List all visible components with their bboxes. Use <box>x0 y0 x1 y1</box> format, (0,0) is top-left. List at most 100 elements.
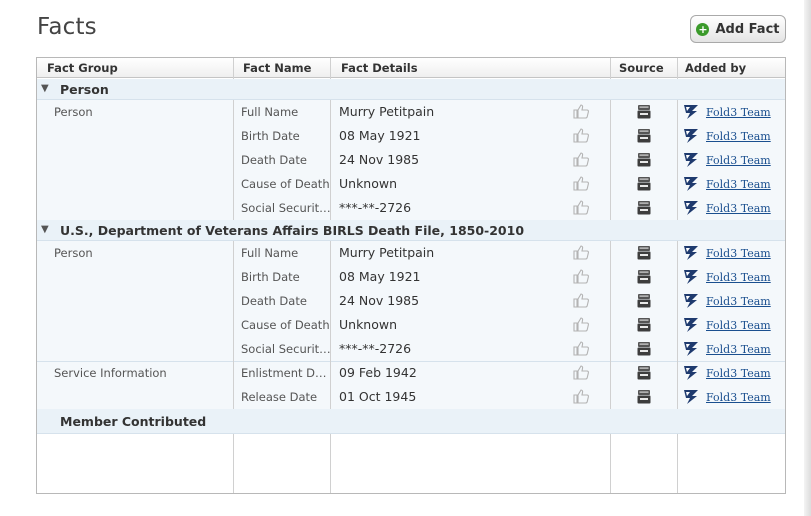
fact-details: 09 Feb 1942 <box>339 365 417 380</box>
thumbs-up-icon[interactable] <box>572 127 590 143</box>
fact-name: Cause of Death <box>241 318 330 332</box>
page-title: Facts <box>37 14 97 40</box>
archive-box-icon[interactable] <box>637 317 651 332</box>
fact-name: Social Security... <box>241 342 331 356</box>
added-by-link[interactable]: Fold3 Team <box>706 343 771 356</box>
header-source[interactable]: Source <box>619 61 664 75</box>
fact-details: 24 Nov 1985 <box>339 152 420 167</box>
added-by: Fold3 Team <box>683 293 771 309</box>
archive-box-icon[interactable] <box>637 128 651 143</box>
added-by: Fold3 Team <box>683 317 771 333</box>
archive-box-icon[interactable] <box>637 104 651 119</box>
added-by: Fold3 Team <box>683 245 771 261</box>
fold3-logo-icon <box>683 293 699 309</box>
fold3-logo-icon <box>683 200 699 216</box>
fact-name: Death Date <box>241 153 307 167</box>
archive-box-icon[interactable] <box>637 365 651 380</box>
fact-details: 08 May 1921 <box>339 269 421 284</box>
thumbs-up-icon[interactable] <box>572 364 590 380</box>
thumbs-up-icon[interactable] <box>572 175 590 191</box>
group-row[interactable]: ▼ Person <box>37 79 785 100</box>
member-contributed-title: Member Contributed <box>60 414 207 429</box>
added-by-link[interactable]: Fold3 Team <box>706 130 771 143</box>
fact-details: 24 Nov 1985 <box>339 293 420 308</box>
header-fact-name[interactable]: Fact Name <box>243 61 311 75</box>
added-by: Fold3 Team <box>683 104 771 120</box>
fact-name: Full Name <box>241 246 299 260</box>
thumbs-up-icon[interactable] <box>572 388 590 404</box>
plus-circle-icon: + <box>696 22 710 36</box>
group-row[interactable]: ▼ U.S., Department of Veterans Affairs BI… <box>37 220 785 241</box>
archive-box-icon[interactable] <box>637 389 651 404</box>
archive-box-icon[interactable] <box>637 341 651 356</box>
fold3-logo-icon <box>683 245 699 261</box>
added-by: Fold3 Team <box>683 341 771 357</box>
added-by-link[interactable]: Fold3 Team <box>706 106 771 119</box>
added-by-link[interactable]: Fold3 Team <box>706 319 771 332</box>
fact-name: Birth Date <box>241 270 300 284</box>
fold3-logo-icon <box>683 389 699 405</box>
added-by: Fold3 Team <box>683 389 771 405</box>
fact-details: Unknown <box>339 317 398 332</box>
thumbs-up-icon[interactable] <box>572 292 590 308</box>
thumbs-up-icon[interactable] <box>572 340 590 356</box>
thumbs-up-icon[interactable] <box>572 316 590 332</box>
facts-table: Fact Group Fact Name Fact Details Source… <box>36 57 786 494</box>
fact-name: Full Name <box>241 105 299 119</box>
group-title: U.S., Department of Veterans Affairs BIR… <box>60 223 525 238</box>
fact-group-label: Person <box>54 105 93 119</box>
fold3-logo-icon <box>683 152 699 168</box>
archive-box-icon[interactable] <box>637 152 651 167</box>
fact-name: Death Date <box>241 294 307 308</box>
fact-details: Murry Petitpain <box>339 245 435 260</box>
added-by: Fold3 Team <box>683 269 771 285</box>
added-by-link[interactable]: Fold3 Team <box>706 271 771 284</box>
fact-name: Cause of Death <box>241 177 330 191</box>
added-by-link[interactable]: Fold3 Team <box>706 154 771 167</box>
group-title: Person <box>60 82 109 97</box>
triangle-down-icon[interactable]: ▼ <box>41 83 49 94</box>
added-by-link[interactable]: Fold3 Team <box>706 202 771 215</box>
fact-details: ***-**-2726 <box>339 341 412 356</box>
fold3-logo-icon <box>683 104 699 120</box>
fact-details: 08 May 1921 <box>339 128 421 143</box>
thumbs-up-icon[interactable] <box>572 199 590 215</box>
added-by-link[interactable]: Fold3 Team <box>706 391 771 404</box>
fold3-logo-icon <box>683 269 699 285</box>
archive-box-icon[interactable] <box>637 245 651 260</box>
thumbs-up-icon[interactable] <box>572 244 590 260</box>
added-by-link[interactable]: Fold3 Team <box>706 247 771 260</box>
added-by: Fold3 Team <box>683 176 771 192</box>
header-added-by[interactable]: Added by <box>685 61 746 75</box>
table-header: Fact Group Fact Name Fact Details Source… <box>37 58 785 78</box>
archive-box-icon[interactable] <box>637 269 651 284</box>
thumbs-up-icon[interactable] <box>572 103 590 119</box>
header-fact-group[interactable]: Fact Group <box>47 61 118 75</box>
fold3-logo-icon <box>683 128 699 144</box>
thumbs-up-icon[interactable] <box>572 151 590 167</box>
add-fact-button[interactable]: + Add Fact <box>690 15 786 43</box>
archive-box-icon[interactable] <box>637 293 651 308</box>
header-fact-details[interactable]: Fact Details <box>341 61 418 75</box>
fact-details: Murry Petitpain <box>339 104 435 119</box>
fact-details: Unknown <box>339 176 398 191</box>
triangle-down-icon[interactable]: ▼ <box>41 224 49 235</box>
fold3-logo-icon <box>683 176 699 192</box>
added-by-link[interactable]: Fold3 Team <box>706 367 771 380</box>
fact-details: ***-**-2726 <box>339 200 412 215</box>
added-by-link[interactable]: Fold3 Team <box>706 178 771 191</box>
fact-name: Enlistment Date <box>241 366 331 380</box>
fact-name: Social Security... <box>241 201 331 215</box>
archive-box-icon[interactable] <box>637 200 651 215</box>
fact-name: Birth Date <box>241 129 300 143</box>
added-by-link[interactable]: Fold3 Team <box>706 295 771 308</box>
fold3-logo-icon <box>683 341 699 357</box>
archive-box-icon[interactable] <box>637 176 651 191</box>
add-fact-label: Add Fact <box>715 21 780 37</box>
thumbs-up-icon[interactable] <box>572 268 590 284</box>
subgroup-divider <box>37 361 785 362</box>
added-by: Fold3 Team <box>683 365 771 381</box>
window-edge-shadow <box>804 0 811 516</box>
group-body <box>37 241 785 409</box>
fact-details: 01 Oct 1945 <box>339 389 417 404</box>
